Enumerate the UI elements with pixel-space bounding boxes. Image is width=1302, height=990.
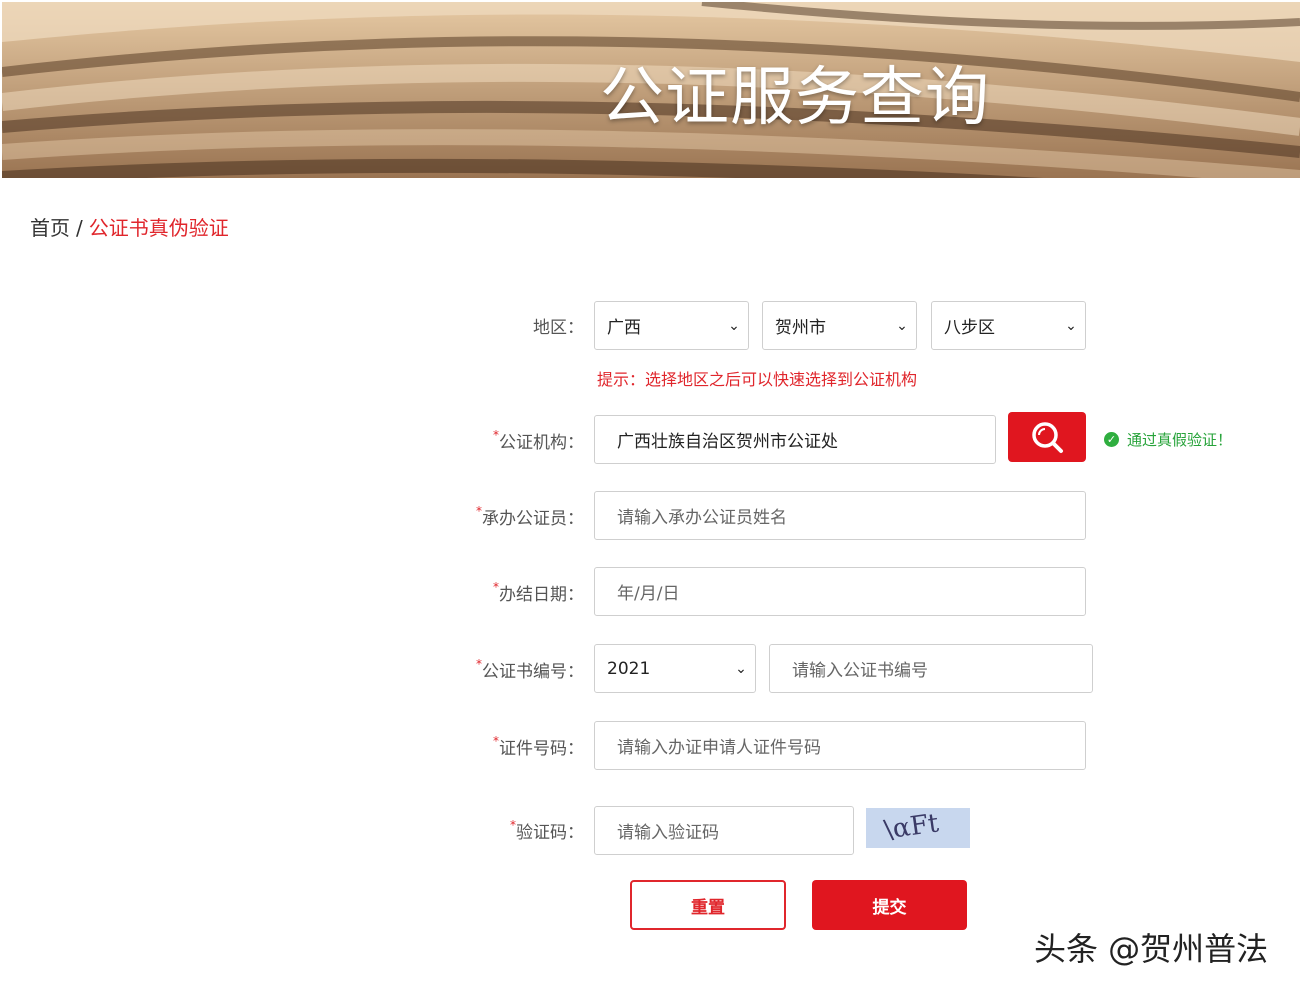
date-label: *办结日期： xyxy=(493,580,584,605)
year-value: 2021 xyxy=(607,658,651,679)
notary-placeholder: 请输入承办公证员姓名 xyxy=(617,508,787,528)
office-input[interactable]: 广西壮族自治区贺州市公证处 xyxy=(594,415,996,464)
breadcrumb: 首页 / 公证书真伪验证 xyxy=(30,212,229,241)
province-value: 广西 xyxy=(607,318,641,338)
breadcrumb-separator: / xyxy=(76,216,83,240)
page-title: 公证服务查询 xyxy=(600,61,990,135)
id-no-placeholder: 请输入办证申请人证件号码 xyxy=(617,738,821,758)
date-input[interactable]: 年/月/日 xyxy=(594,567,1086,616)
region-label: 地区： xyxy=(533,318,584,338)
chevron-down-icon: ⌄ xyxy=(728,317,740,334)
captcha-text: \αFt xyxy=(882,808,941,846)
breadcrumb-home[interactable]: 首页 xyxy=(30,216,70,240)
chevron-down-icon: ⌄ xyxy=(1065,317,1077,334)
captcha-input[interactable]: 请输入验证码 xyxy=(594,806,854,855)
notary-input[interactable]: 请输入承办公证员姓名 xyxy=(594,491,1086,540)
province-select[interactable]: 广西 ⌄ xyxy=(594,301,749,350)
id-no-label: *证件号码： xyxy=(493,734,584,759)
captcha-label: *验证码： xyxy=(510,818,584,843)
submit-button[interactable]: 提交 xyxy=(812,880,967,930)
watermark: 头条 @贺州普法 xyxy=(1034,930,1269,968)
breadcrumb-current: 公证书真伪验证 xyxy=(88,216,229,240)
search-button[interactable] xyxy=(1008,412,1086,462)
search-icon xyxy=(1032,422,1063,453)
captcha-placeholder: 请输入验证码 xyxy=(617,823,719,843)
verified-message: ✓ 通过真假验证！ xyxy=(1104,429,1232,450)
region-hint: 提示：选择地区之后可以快速选择到公证机构 xyxy=(597,370,918,389)
district-select[interactable]: 八步区 ⌄ xyxy=(931,301,1086,350)
city-select[interactable]: 贺州市 ⌄ xyxy=(762,301,917,350)
notary-label: *承办公证员： xyxy=(476,504,584,529)
city-value: 贺州市 xyxy=(775,318,826,338)
cert-no-placeholder: 请输入公证书编号 xyxy=(792,661,928,681)
cert-no-input[interactable]: 请输入公证书编号 xyxy=(769,644,1093,693)
id-no-input[interactable]: 请输入办证申请人证件号码 xyxy=(594,721,1086,770)
chevron-down-icon: ⌄ xyxy=(735,660,747,677)
chevron-down-icon: ⌄ xyxy=(896,317,908,334)
year-select[interactable]: 2021 ⌄ xyxy=(594,644,756,693)
verified-text: 通过真假验证！ xyxy=(1127,431,1233,449)
check-circle-icon: ✓ xyxy=(1104,432,1119,447)
banner: 公证服务查询 xyxy=(2,2,1300,178)
date-placeholder: 年/月/日 xyxy=(617,584,680,604)
office-label: *公证机构： xyxy=(493,428,584,453)
office-value: 广西壮族自治区贺州市公证处 xyxy=(617,432,838,452)
district-value: 八步区 xyxy=(944,318,995,338)
captcha-image[interactable]: \αFt xyxy=(866,808,970,848)
cert-no-label: *公证书编号： xyxy=(476,657,584,682)
reset-button[interactable]: 重置 xyxy=(630,880,786,930)
